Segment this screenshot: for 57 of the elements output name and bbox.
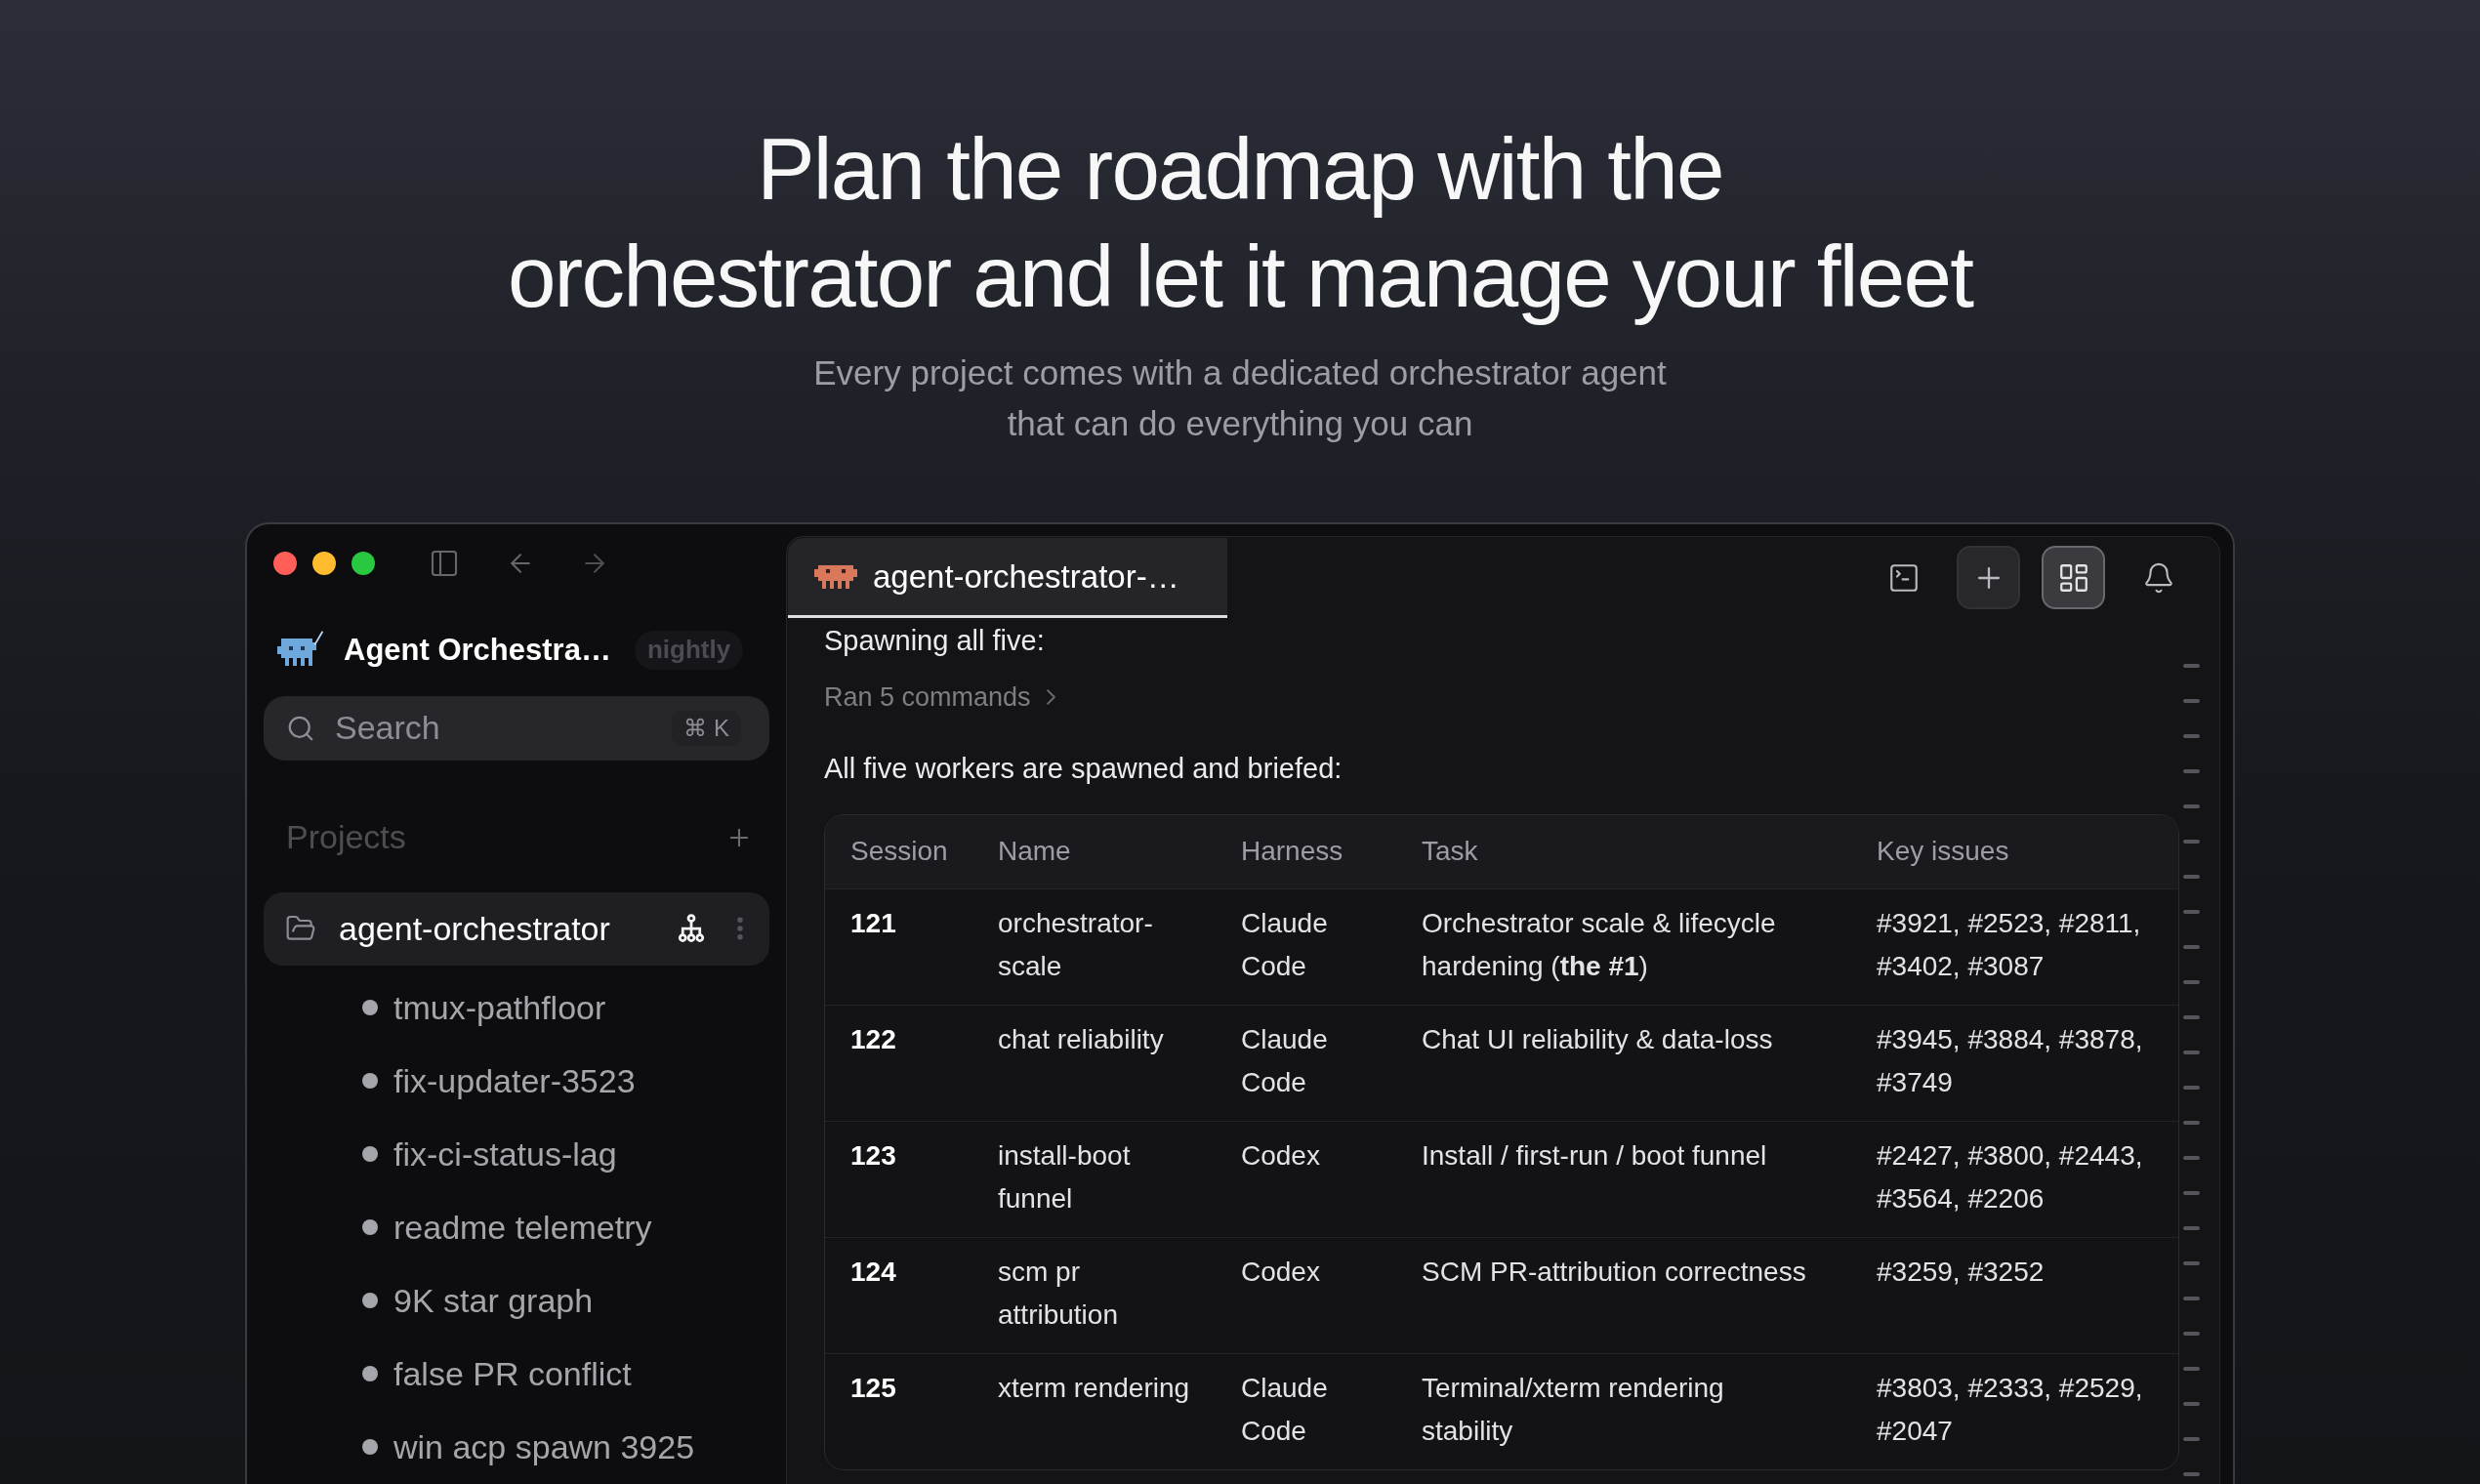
shortcut-hint: ⌘ K (672, 710, 741, 746)
hero-subtitle: Every project comes with a dedicated orchestrator agent that can do everything you can (813, 352, 1667, 444)
new-session-button[interactable] (1957, 546, 2020, 609)
table-cell: SCM PR-attribution correctness (1396, 1237, 1851, 1353)
hierarchy-icon[interactable] (677, 914, 706, 944)
table-cell: Codex (1216, 1237, 1396, 1353)
table-cell: install-boot funnel (972, 1121, 1216, 1237)
release-badge: nightly (634, 630, 744, 670)
table-cell: #2427, #3800, #2443, #3564, #2206 (1851, 1121, 2178, 1237)
table-cell: orchestrator-scale (972, 888, 1216, 1005)
table-cell: #3259, #3252 (1851, 1237, 2178, 1353)
commands-disclosure[interactable]: Ran 5 commands (824, 678, 1055, 717)
table-cell: Claude Code (1216, 888, 1396, 1005)
chat-message-text: All five workers are spawned and briefed: (824, 752, 1343, 786)
table-cell: 122 (825, 1005, 972, 1121)
window-minimize-icon[interactable] (312, 552, 336, 576)
search-bar[interactable]: Search ⌘ K (264, 695, 769, 761)
table-cell: Terminal/xterm rendering stability (1396, 1353, 1851, 1469)
table-cell: 121 (825, 888, 972, 1005)
session-item[interactable]: false PR conflict (362, 1354, 632, 1394)
column-header: Task (1396, 815, 1851, 888)
table-cell: Install / first-run / boot funnel (1396, 1121, 1851, 1237)
table-cell: #3803, #2333, #2529, #2047 (1851, 1353, 2178, 1469)
table-cell: 124 (825, 1237, 972, 1353)
chat-message-text: Spawning all five: (824, 624, 1045, 658)
session-item[interactable]: readme telemetry (362, 1208, 652, 1248)
session-item[interactable]: 9K star graph (362, 1281, 594, 1321)
table-cell: Orchestrator scale & lifecycle hardening (the #1) (1396, 888, 1851, 1005)
conversation-tab[interactable]: agent-orchestrator-… (788, 538, 1227, 618)
table-cell: 123 (825, 1121, 972, 1237)
table-cell: scm pr attribution (972, 1237, 1216, 1353)
table-cell: 125 (825, 1353, 972, 1469)
table-cell: xterm rendering (972, 1353, 1216, 1469)
app-title: Agent Orchestra… (344, 631, 611, 669)
table-cell: #3945, #3884, #3878, #3749 (1851, 1005, 2178, 1121)
table-cell: #3921, #2523, #2811, #3402, #3087 (1851, 888, 2178, 1005)
column-header: Session (825, 815, 972, 888)
session-item[interactable]: fix-updater-3523 (362, 1061, 636, 1101)
table-cell: Claude Code (1216, 1353, 1396, 1469)
column-header: Key issues (1851, 815, 2178, 888)
search-input[interactable]: Search (335, 703, 673, 754)
table-cell: Claude Code (1216, 1005, 1396, 1121)
grid-view-button[interactable] (2042, 546, 2105, 609)
window-close-icon[interactable] (273, 552, 297, 576)
project-item[interactable]: agent-orchestrator (264, 892, 769, 966)
session-item[interactable]: win acp spawn 3925 (362, 1427, 695, 1467)
column-header: Name (972, 815, 1216, 888)
section-heading: Projects (286, 817, 406, 858)
table-cell: Codex (1216, 1121, 1396, 1237)
session-item[interactable]: tmux-pathfloor (362, 988, 606, 1028)
pixel-creature-icon (814, 564, 857, 589)
hero-title: Plan the roadmap with the orchestrator and let it manage your fleet (507, 119, 1973, 327)
table-cell: chat reliability (972, 1005, 1216, 1121)
window-zoom-icon[interactable] (351, 552, 375, 576)
column-header: Harness (1216, 815, 1396, 888)
table-cell: Chat UI reliability & data-loss (1396, 1005, 1851, 1121)
session-item[interactable]: fix-ci-status-lag (362, 1134, 617, 1175)
